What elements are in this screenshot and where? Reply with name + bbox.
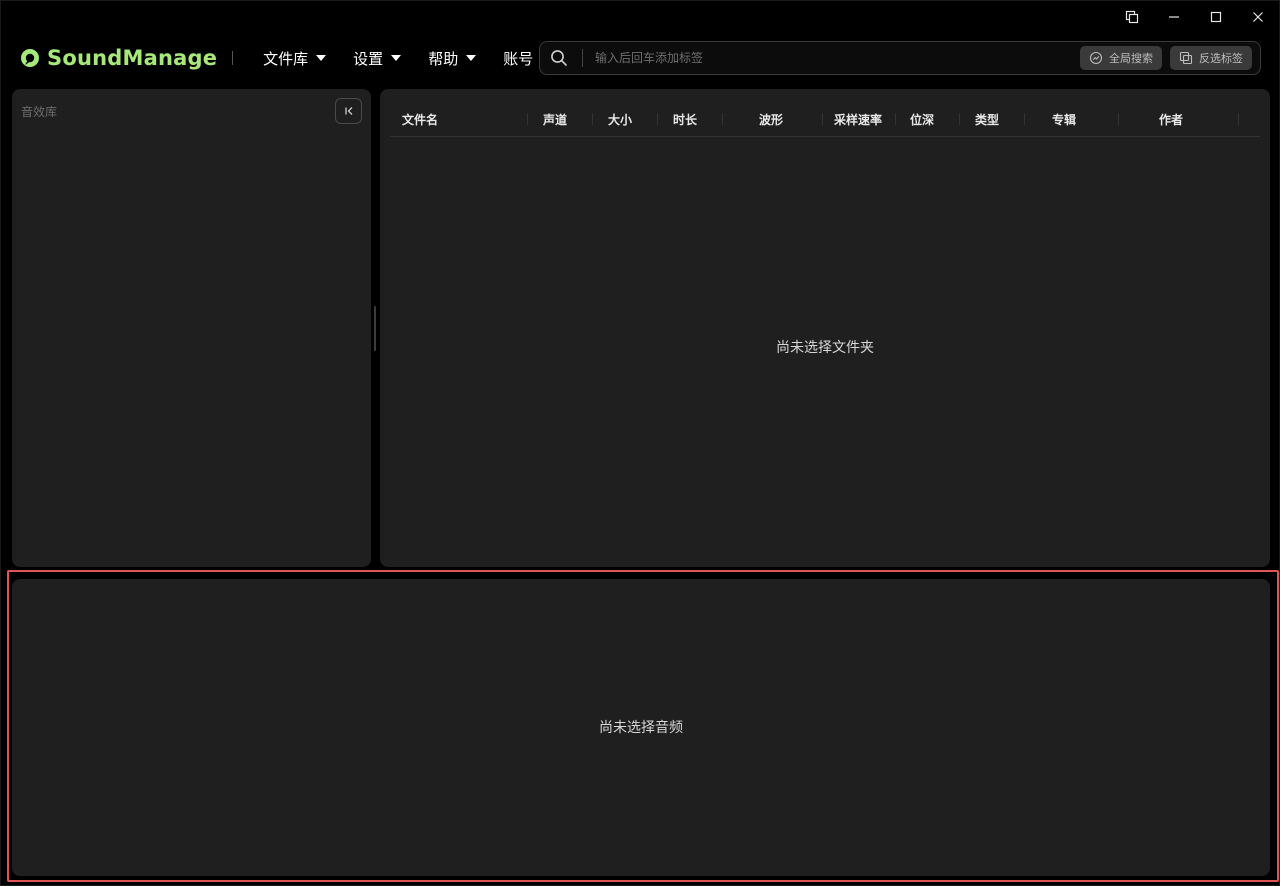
file-list-panel: 文件名 声道 大小 时长 波形 采样速率 位深 类型 专辑 作者 尚未选择文件夹 (380, 89, 1270, 567)
collapse-left-icon (344, 107, 352, 115)
menu-settings[interactable]: 设置 (353, 48, 402, 69)
column-divider (1118, 113, 1119, 125)
column-divider (657, 113, 658, 125)
sound-library-panel: 音效库 (12, 89, 371, 567)
table-header: 文件名 声道 大小 时长 波形 采样速率 位深 类型 专辑 作者 (390, 101, 1260, 137)
tag-search-bar: 全局搜索 反选标签 (539, 41, 1261, 75)
panel-resize-handle[interactable] (374, 306, 376, 351)
restore-window-icon[interactable] (1111, 1, 1153, 33)
maximize-icon[interactable] (1195, 1, 1237, 33)
library-title: 音效库 (21, 105, 58, 119)
audio-player-panel: 尚未选择音频 (12, 579, 1270, 876)
menu-label: 设置 (353, 49, 384, 68)
global-search-label: 全局搜索 (1109, 52, 1153, 65)
close-icon[interactable] (1237, 1, 1279, 33)
invert-tags-button[interactable]: 反选标签 (1170, 46, 1252, 70)
column-divider (527, 113, 528, 125)
menu-label: 文件库 (263, 49, 309, 68)
caret-down-icon (466, 55, 477, 61)
menu-label: 账号 (503, 49, 534, 68)
tag-search-input[interactable] (595, 43, 1080, 73)
column-header-sample-rate[interactable]: 采样速率 (834, 101, 882, 137)
collapse-sidebar-button[interactable] (335, 98, 362, 124)
search-icon[interactable] (542, 41, 576, 75)
column-header-duration[interactable]: 时长 (673, 101, 697, 137)
menu-label: 帮助 (428, 49, 459, 68)
column-divider (895, 113, 896, 125)
header-divider (232, 51, 234, 65)
app-window: SoundManage 文件库 设置 帮助 账号 输入后回车添加标签 全局搜索 … (0, 0, 1280, 886)
app-name: SoundManage (47, 46, 218, 70)
column-divider (1238, 113, 1239, 125)
menu-account[interactable]: 账号 (503, 48, 533, 69)
global-search-button[interactable]: 全局搜索 (1080, 46, 1162, 70)
caret-down-icon (316, 55, 327, 61)
column-header-size[interactable]: 大小 (608, 101, 632, 137)
app-header: SoundManage 文件库 设置 帮助 账号 输入后回车添加标签 全局搜索 … (1, 39, 1279, 77)
column-header-album[interactable]: 专辑 (1052, 101, 1076, 137)
window-controls (1111, 1, 1279, 33)
column-header-channels[interactable]: 声道 (543, 101, 567, 137)
global-search-icon (1089, 51, 1103, 65)
menu-file-library[interactable]: 文件库 (263, 48, 327, 69)
column-header-bit-depth[interactable]: 位深 (910, 101, 934, 137)
column-header-author[interactable]: 作者 (1159, 101, 1183, 137)
column-header-type[interactable]: 类型 (975, 101, 999, 137)
main-menu: 文件库 设置 帮助 账号 (263, 48, 560, 69)
no-folder-message: 尚未选择文件夹 (776, 340, 874, 356)
column-divider (592, 113, 593, 125)
column-header-waveform[interactable]: 波形 (759, 101, 783, 137)
column-divider (722, 113, 723, 125)
minimize-icon[interactable] (1153, 1, 1195, 33)
column-divider (959, 113, 960, 125)
no-audio-message: 尚未选择音频 (599, 720, 683, 736)
search-divider (582, 49, 583, 67)
column-divider (1024, 113, 1025, 125)
caret-down-icon (391, 55, 402, 61)
menu-help[interactable]: 帮助 (428, 48, 477, 69)
column-divider (822, 113, 823, 125)
logo-icon (21, 49, 39, 67)
app-logo: SoundManage (20, 46, 217, 70)
column-header-filename[interactable]: 文件名 (402, 101, 438, 137)
invert-select-icon (1179, 51, 1193, 65)
invert-tags-label: 反选标签 (1199, 52, 1243, 65)
